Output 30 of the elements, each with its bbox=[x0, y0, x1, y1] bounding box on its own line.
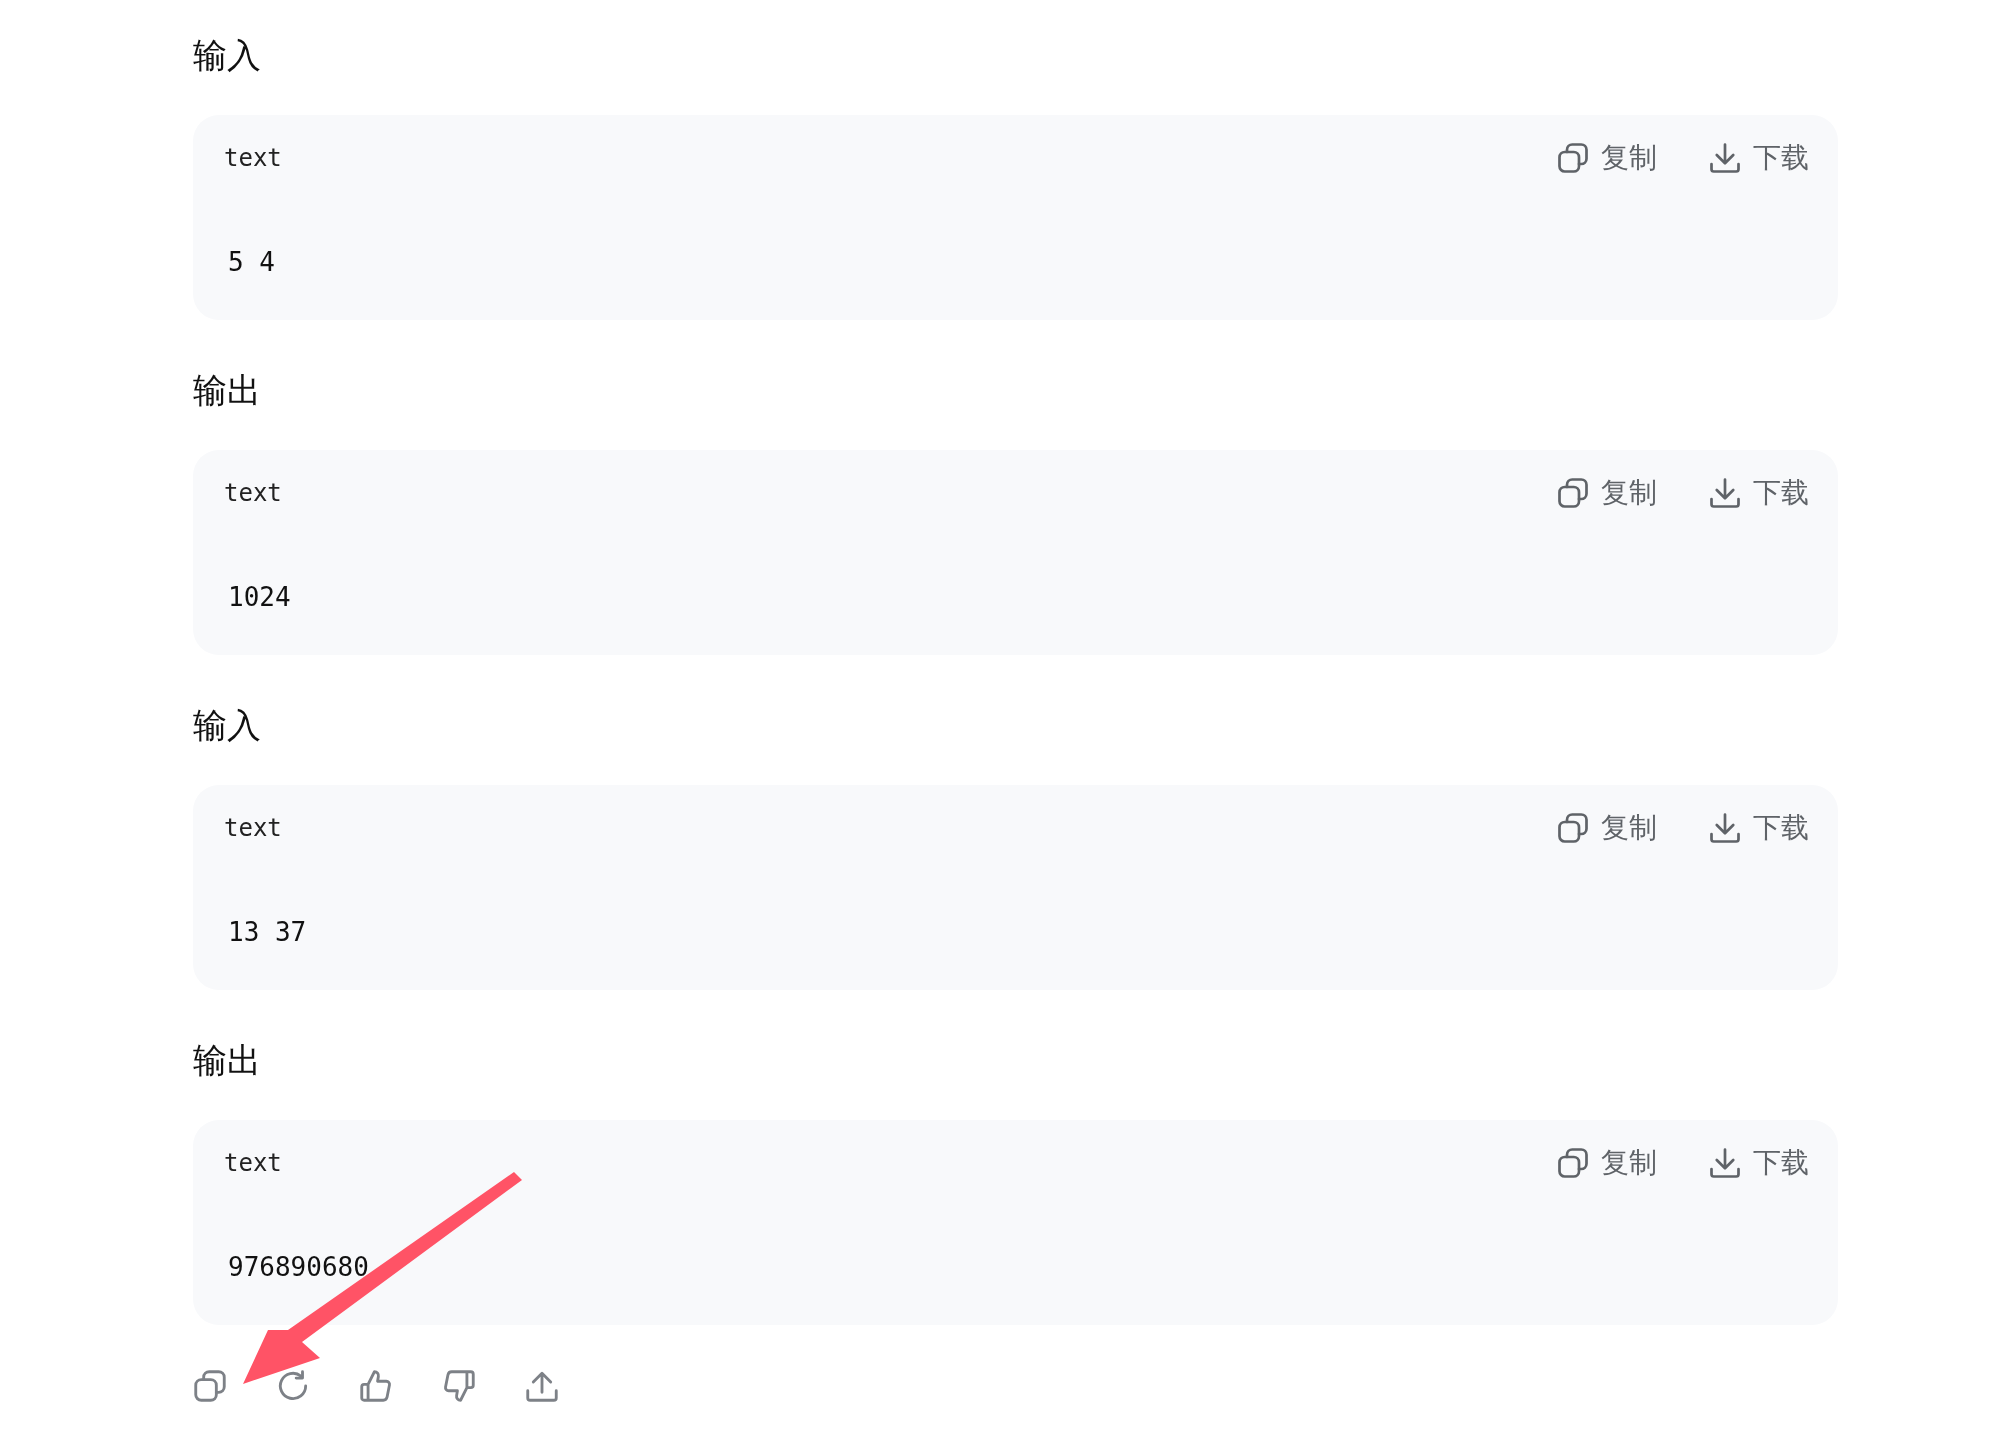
copy-button[interactable]: 复制 bbox=[1555, 474, 1657, 512]
section-heading: 输入 bbox=[193, 34, 262, 77]
code-output: 5 4 bbox=[228, 247, 276, 277]
copy-button[interactable] bbox=[191, 1367, 229, 1405]
download-button[interactable]: 下载 bbox=[1707, 139, 1809, 177]
download-icon bbox=[1707, 1145, 1743, 1181]
copy-icon bbox=[1555, 475, 1591, 511]
code-language: text bbox=[224, 144, 282, 172]
copy-button[interactable]: 复制 bbox=[1555, 1144, 1657, 1182]
copy-button[interactable]: 复制 bbox=[1555, 139, 1657, 177]
code-output: 976890680 bbox=[228, 1252, 370, 1282]
copy-icon bbox=[1555, 810, 1591, 846]
download-button[interactable]: 下载 bbox=[1707, 474, 1809, 512]
copy-icon bbox=[1555, 1145, 1591, 1181]
download-button[interactable]: 下载 bbox=[1707, 809, 1809, 847]
code-language: text bbox=[224, 479, 282, 507]
copy-icon bbox=[1555, 140, 1591, 176]
code-language: text bbox=[224, 814, 282, 842]
section-heading: 输出 bbox=[193, 1039, 262, 1082]
code-language: text bbox=[224, 1149, 282, 1177]
section-heading: 输出 bbox=[193, 369, 262, 412]
download-icon bbox=[1707, 475, 1743, 511]
section-heading: 输入 bbox=[193, 704, 262, 747]
download-button[interactable]: 下载 bbox=[1707, 1144, 1809, 1182]
copy-button[interactable]: 复制 bbox=[1555, 809, 1657, 847]
copy-icon bbox=[191, 1367, 229, 1405]
download-icon bbox=[1707, 810, 1743, 846]
download-icon bbox=[1707, 140, 1743, 176]
code-output: 13 37 bbox=[228, 917, 308, 947]
code-output: 1024 bbox=[228, 582, 292, 612]
